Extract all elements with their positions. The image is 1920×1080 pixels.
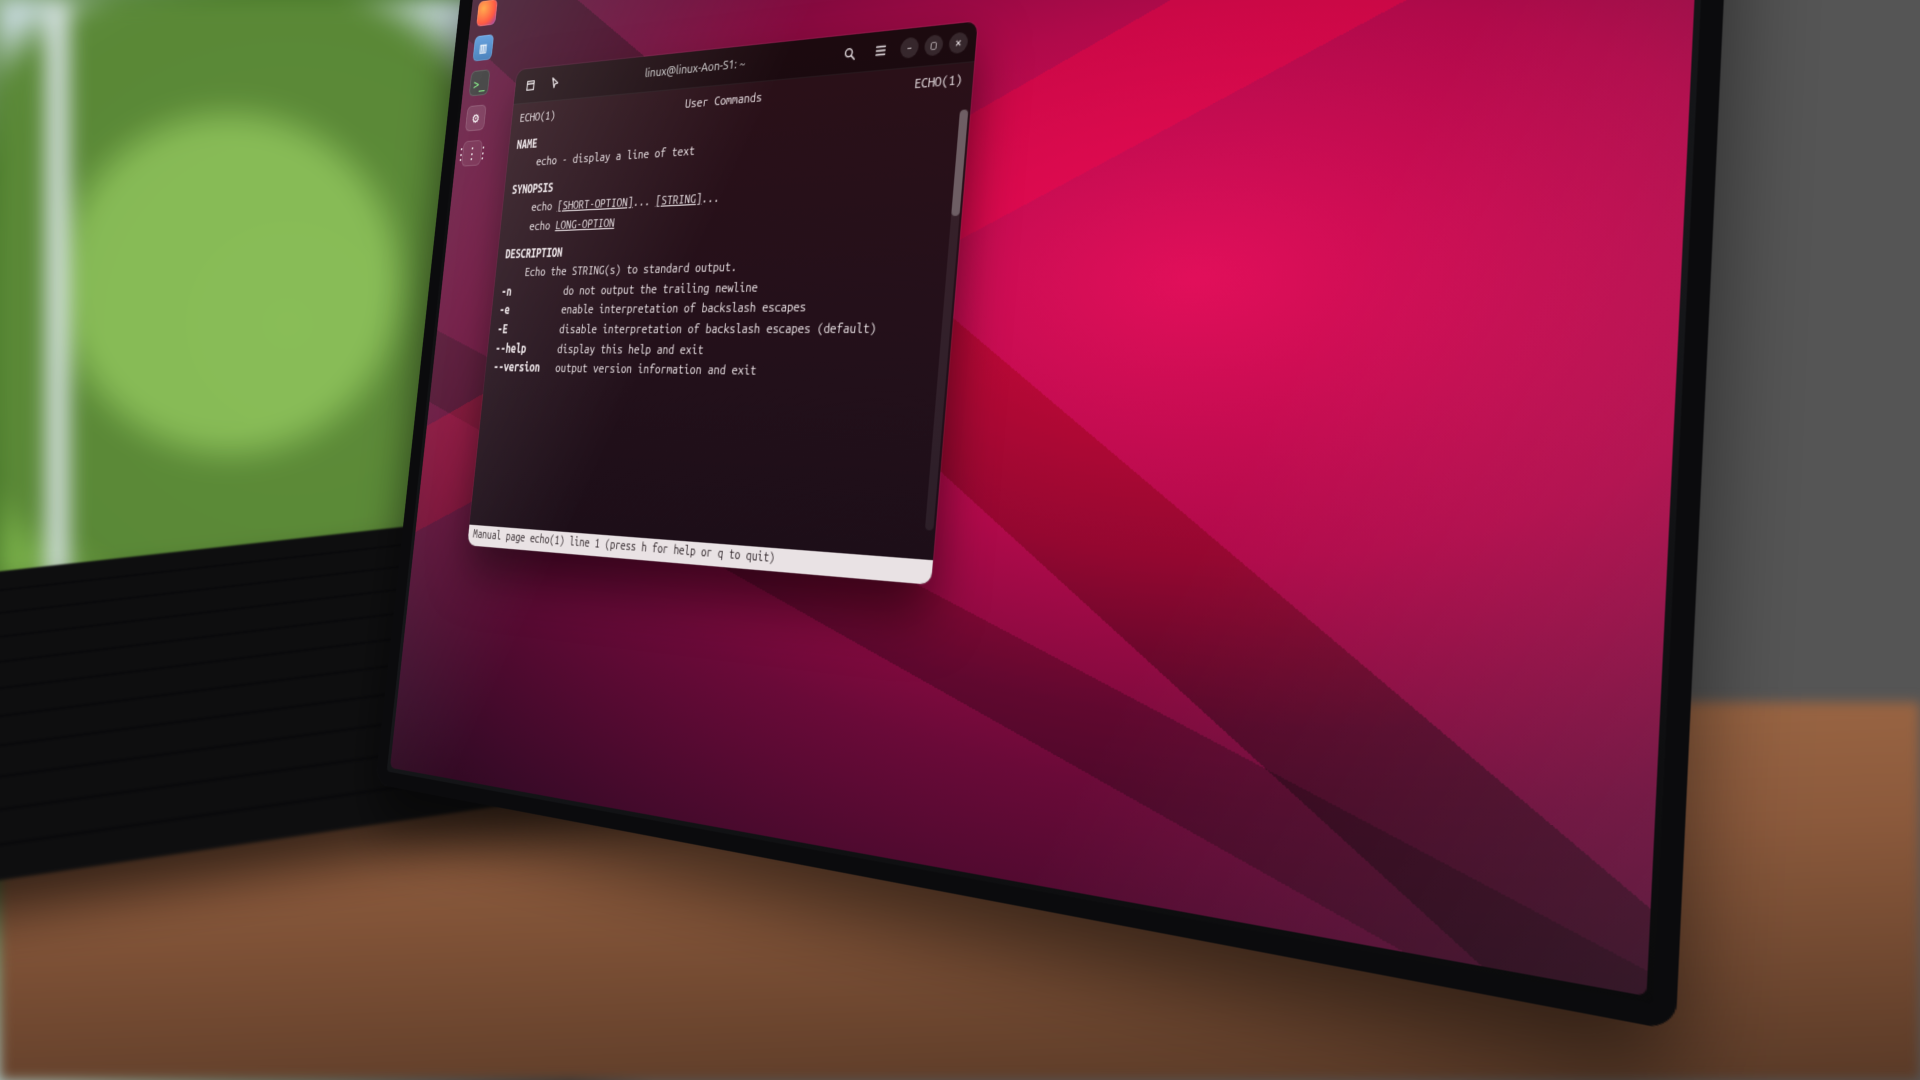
close-button[interactable]: ✕ (948, 31, 968, 54)
terminal-content[interactable]: ECHO(1) User Commands ECHO(1) NAME echo … (469, 62, 974, 560)
new-tab-button[interactable] (520, 73, 541, 99)
terminal-icon[interactable]: >_ (469, 69, 491, 96)
laptop: ▥ >_ ⚙ ⋮⋮⋮ linux@linux-Aon-S1: ~ (0, 0, 1920, 1080)
files-icon[interactable]: ▥ (472, 34, 494, 61)
man-header-right: ECHO(1) (913, 70, 963, 96)
minimize-button[interactable]: – (900, 37, 920, 59)
settings-icon[interactable]: ⚙ (465, 104, 487, 131)
option-row: -Edisable interpretation of backslash es… (496, 318, 942, 340)
laptop-lid: ▥ >_ ⚙ ⋮⋮⋮ linux@linux-Aon-S1: ~ (375, 0, 1734, 1031)
photo-backdrop: ▥ >_ ⚙ ⋮⋮⋮ linux@linux-Aon-S1: ~ (0, 0, 1920, 1080)
man-header-center: User Commands (684, 88, 763, 115)
search-icon[interactable] (837, 39, 862, 68)
maximize-button[interactable]: ▢ (924, 34, 944, 57)
option-row: --versionoutput version information and … (492, 359, 938, 385)
cursor-icon (545, 70, 566, 96)
menu-icon[interactable] (868, 36, 894, 66)
window-controls: – ▢ ✕ (900, 31, 969, 58)
firefox-icon[interactable] (476, 0, 498, 27)
terminal-window[interactable]: linux@linux-Aon-S1: ~ – ▢ ✕ (467, 21, 977, 585)
apps-icon[interactable]: ⋮⋮⋮ (461, 140, 483, 167)
man-header-left: ECHO(1) (519, 107, 557, 129)
laptop-screen: ▥ >_ ⚙ ⋮⋮⋮ linux@linux-Aon-S1: ~ (390, 0, 1703, 996)
